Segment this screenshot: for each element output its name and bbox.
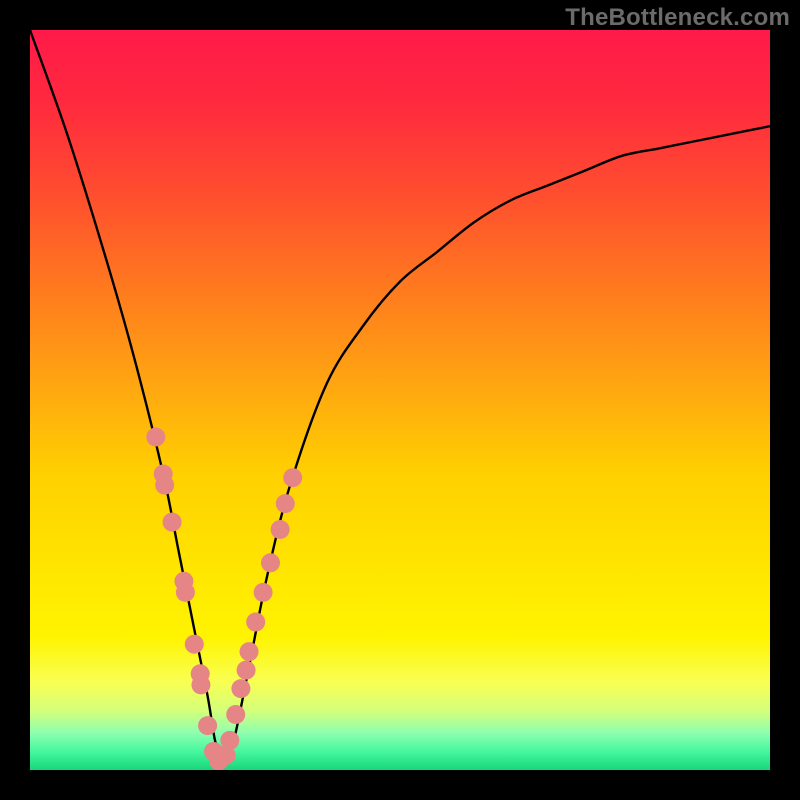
marker-dot — [237, 661, 256, 680]
bottleneck-curve — [30, 30, 770, 763]
marker-dot — [283, 468, 302, 487]
marker-dot — [254, 583, 273, 602]
marker-dot — [220, 731, 239, 750]
marker-dot — [261, 553, 280, 572]
marker-dot — [276, 494, 295, 513]
watermark-text: TheBottleneck.com — [565, 4, 790, 32]
marker-dot — [231, 679, 250, 698]
plot-area — [30, 30, 770, 770]
marker-dot — [146, 428, 165, 447]
chart-frame: TheBottleneck.com — [0, 0, 800, 800]
marker-dot — [176, 583, 195, 602]
marker-dot — [226, 705, 245, 724]
marker-dot — [191, 675, 210, 694]
marker-dot — [198, 716, 217, 735]
marker-dot — [271, 520, 290, 539]
marker-dot — [185, 635, 204, 654]
curve-layer — [30, 30, 770, 770]
marker-dot — [163, 513, 182, 532]
marker-dot — [246, 613, 265, 632]
curve-markers — [146, 428, 302, 771]
marker-dot — [155, 476, 174, 495]
marker-dot — [240, 642, 259, 661]
